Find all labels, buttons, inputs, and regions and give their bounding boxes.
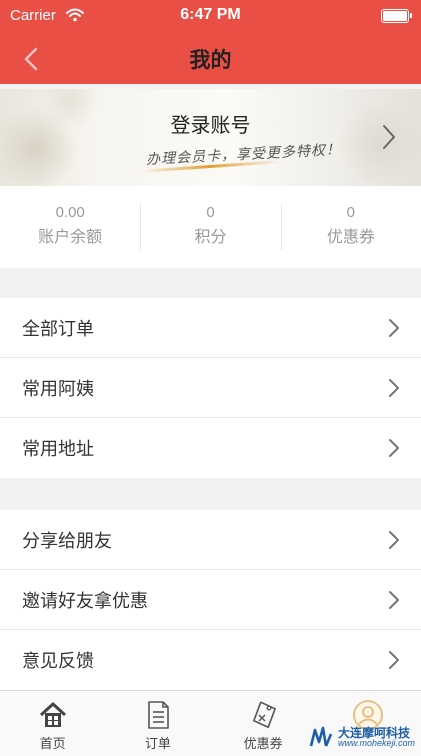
menu-item-label: 常用阿姨	[22, 378, 94, 399]
chevron-right-icon	[389, 531, 399, 549]
stat-value: 0.00	[55, 204, 85, 221]
stat-value: 0	[346, 204, 355, 221]
watermark-url: www.mohekeji.com	[337, 737, 415, 748]
tab-home[interactable]: 首页	[0, 691, 105, 756]
status-time: 6:47 PM	[180, 6, 241, 23]
menu-item-addresses[interactable]: 常用地址	[0, 418, 421, 478]
menu-item-label: 意见反馈	[22, 651, 94, 671]
watermark-name: 大连摩呵科技	[337, 725, 410, 740]
stat-label: 积分	[194, 229, 227, 246]
menu-item-feedback[interactable]: 意见反馈	[0, 630, 421, 690]
tab-label: 订单	[144, 736, 171, 751]
watermark-text: 大连摩呵科技 www.mohekeji.com	[338, 727, 415, 748]
login-banner[interactable]: 登录账号 办理会员卡，享受更多特权！	[0, 89, 421, 186]
login-label: 登录账号	[170, 115, 251, 137]
orders-icon	[148, 701, 169, 729]
tab-label: 优惠券	[243, 736, 283, 751]
stat-balance[interactable]: 0.00 账户余额	[0, 186, 140, 268]
tab-orders[interactable]: 订单	[105, 691, 210, 756]
status-bar: Carrier 6:47 PM	[0, 0, 421, 32]
stat-value: 0	[206, 204, 215, 221]
chevron-right-icon	[383, 125, 395, 149]
menu-item-label: 邀请好友拿优惠	[22, 590, 148, 611]
page-title: 我的	[189, 49, 232, 72]
menu-group-orders: 全部订单 常用阿姨 常用地址	[0, 298, 421, 478]
menu-item-label: 常用地址	[22, 439, 94, 459]
menu-item-invite[interactable]: 邀请好友拿优惠	[0, 570, 421, 630]
chevron-right-icon	[389, 379, 399, 397]
stat-points[interactable]: 0 积分	[140, 186, 280, 268]
menu-item-label: 分享给朋友	[22, 530, 112, 551]
company-logo-icon	[309, 726, 333, 747]
menu-item-label: 全部订单	[22, 318, 94, 339]
home-icon	[39, 702, 66, 727]
chevron-right-icon	[389, 439, 399, 457]
tab-label: 首页	[39, 736, 66, 751]
menu-item-all-orders[interactable]: 全部订单	[0, 298, 421, 358]
tab-coupons[interactable]: 优惠券	[211, 691, 316, 756]
chevron-right-icon	[389, 651, 399, 669]
battery-icon	[381, 9, 412, 23]
watermark: 大连摩呵科技 www.mohekeji.com	[308, 724, 415, 750]
menu-group-social: 分享给朋友 邀请好友拿优惠 意见反馈	[0, 510, 421, 690]
chevron-right-icon	[389, 591, 399, 609]
menu-item-share[interactable]: 分享给朋友	[0, 510, 421, 570]
menu-item-favorite-helpers[interactable]: 常用阿姨	[0, 358, 421, 418]
coupon-icon	[253, 701, 277, 729]
stat-label: 账户余额	[38, 229, 103, 246]
stat-label: 优惠券	[326, 229, 375, 246]
chevron-right-icon	[389, 319, 399, 337]
account-stats: 0.00 账户余额 0 积分 0 优惠券	[0, 186, 421, 268]
nav-bar: 我的	[0, 32, 421, 84]
stat-coupons[interactable]: 0 优惠券	[280, 186, 421, 268]
